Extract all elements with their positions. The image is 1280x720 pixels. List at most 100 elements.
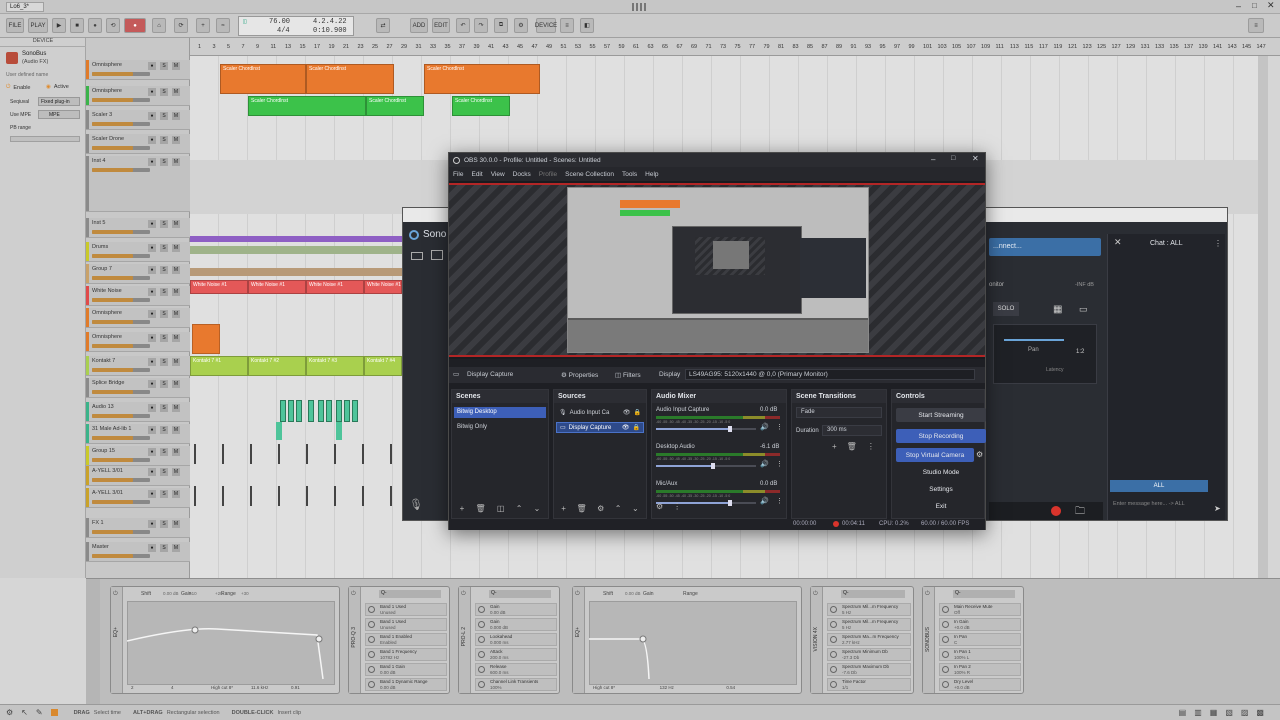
audio-hit[interactable] xyxy=(194,444,196,464)
add-source-icon[interactable]: + xyxy=(561,504,566,513)
clip[interactable]: Scaler Chordlnst xyxy=(248,96,366,116)
audio-hit[interactable] xyxy=(222,486,224,506)
track-solo-button[interactable]: S xyxy=(160,544,168,552)
volume-slider-thumb[interactable] xyxy=(728,426,732,432)
metronome-button[interactable]: ⌂ xyxy=(152,18,166,33)
track-header[interactable]: Scaler 3 ● S M xyxy=(86,110,190,130)
track-volume-slider[interactable] xyxy=(92,320,150,324)
audio-hit[interactable] xyxy=(306,486,308,506)
knob-icon[interactable] xyxy=(942,651,949,658)
source-item[interactable]: ▭ Display Capture 👁 🔒 xyxy=(556,422,644,433)
panel-toggle-icons[interactable]: ▤▥▦▧▨▩ xyxy=(1179,708,1272,717)
device-search[interactable]: Q- xyxy=(841,590,905,598)
audio-hit[interactable] xyxy=(194,486,196,506)
scene-item[interactable]: Bitwig Only xyxy=(454,422,546,433)
clip[interactable]: Kontakt 7 #4 xyxy=(364,356,402,376)
audio-clip[interactable] xyxy=(336,422,342,440)
gear-icon[interactable]: ⚙ xyxy=(656,502,663,511)
audio-clip[interactable] xyxy=(336,400,342,422)
device-search[interactable]: Q- xyxy=(489,590,551,598)
maximize-icon[interactable]: □ xyxy=(951,155,955,162)
menu-item-help[interactable]: Help xyxy=(645,171,658,178)
properties-button[interactable]: ⚙ Properties xyxy=(561,371,598,379)
follow-button[interactable]: ⇄ xyxy=(376,18,390,33)
device-card[interactable]: PRO-L 2 ⏻ Gain 0.00 dB Gain 0.000 dB Loo… xyxy=(458,586,560,694)
audio-hit[interactable] xyxy=(306,444,308,464)
knob-icon[interactable] xyxy=(942,666,949,673)
enable-toggle[interactable]: ⏻ Enable xyxy=(6,84,31,91)
move-up-icon[interactable]: ⌃ xyxy=(615,504,622,513)
punch-button[interactable]: + xyxy=(196,18,210,33)
track-volume-slider[interactable] xyxy=(92,168,150,172)
track-solo-button[interactable]: S xyxy=(160,288,168,296)
knob-icon[interactable] xyxy=(478,621,485,628)
knob-icon[interactable] xyxy=(830,681,837,688)
track-mute-button[interactable]: M xyxy=(172,62,180,70)
track-volume-slider[interactable] xyxy=(92,146,150,150)
menu-item-docks[interactable]: Docks xyxy=(513,171,531,178)
track-solo-button[interactable]: S xyxy=(160,520,168,528)
transition-select[interactable]: Fade xyxy=(796,407,882,418)
track-header[interactable]: Audio 13 ● S M xyxy=(86,402,190,422)
track-mute-button[interactable]: M xyxy=(172,448,180,456)
speaker-icon[interactable]: 🔊 xyxy=(760,497,769,505)
volume-slider-thumb[interactable] xyxy=(711,463,715,469)
knob-icon[interactable] xyxy=(830,666,837,673)
add-scene-icon[interactable]: + xyxy=(460,504,465,513)
track-mute-button[interactable]: M xyxy=(172,244,180,252)
knob-icon[interactable] xyxy=(368,666,375,673)
knob-icon[interactable] xyxy=(942,606,949,613)
track-volume-slider[interactable] xyxy=(92,254,150,258)
clip[interactable]: Scaler Chordlnst xyxy=(424,64,540,94)
audio-hit[interactable] xyxy=(334,444,336,464)
track-header[interactable]: Splice Bridge ● S M xyxy=(86,378,190,398)
track-arm-button[interactable]: ● xyxy=(148,404,156,412)
track-header[interactable]: Scaler Drone ● S M xyxy=(86,134,190,154)
track-mute-button[interactable]: M xyxy=(172,158,180,166)
track-solo-button[interactable]: S xyxy=(160,380,168,388)
audio-hit[interactable] xyxy=(390,486,392,506)
track-volume-slider[interactable] xyxy=(92,98,150,102)
menu-item-file[interactable]: File xyxy=(453,171,463,178)
power-icon[interactable]: ⏻ xyxy=(113,591,118,598)
clip[interactable]: Kontakt 7 #2 xyxy=(248,356,306,376)
track-solo-button[interactable]: S xyxy=(160,426,168,434)
remove-transition-icon[interactable]: 🗑 xyxy=(847,442,857,451)
track-arm-button[interactable]: ● xyxy=(148,334,156,342)
audio-hit[interactable] xyxy=(278,486,280,506)
volume-slider[interactable] xyxy=(656,465,756,467)
folder-icon[interactable]: 🗀 xyxy=(1075,504,1085,521)
menu-item-view[interactable]: View xyxy=(491,171,505,178)
power-icon[interactable]: ⏻ xyxy=(461,591,466,598)
device-card[interactable]: PRO-Q 3 ⏻ Band 1 Used Unused Band 1 Used… xyxy=(348,586,450,694)
power-icon[interactable]: ⏻ xyxy=(813,591,818,598)
file-button[interactable]: FILE xyxy=(6,18,24,33)
track-volume-slider[interactable] xyxy=(92,368,150,372)
clip[interactable]: Kontakt 7 #1 xyxy=(190,356,248,376)
track-solo-button[interactable]: S xyxy=(160,334,168,342)
overdub-button[interactable]: ⟲ xyxy=(106,18,120,33)
device-search[interactable]: Q- xyxy=(953,590,1015,598)
track-solo-button[interactable]: S xyxy=(160,158,168,166)
eye-icon[interactable]: 👁 xyxy=(623,409,631,416)
knob-icon[interactable] xyxy=(368,636,375,643)
track-solo-button[interactable]: S xyxy=(160,62,168,70)
clip[interactable]: White Noise #1 xyxy=(306,280,364,294)
clip[interactable]: Scaler Chordlnst xyxy=(366,96,424,116)
mixer-button[interactable]: ≡ xyxy=(560,18,574,33)
track-arm-button[interactable]: ● xyxy=(148,544,156,552)
track-mute-button[interactable]: M xyxy=(172,112,180,120)
browser-button[interactable]: ◧ xyxy=(580,18,594,33)
audio-clip[interactable] xyxy=(352,400,358,422)
device-card[interactable]: EQ+ ⏻ Shift Gain Range 0.00 dB High cut 8* 132… xyxy=(572,586,802,694)
track-arm-button[interactable]: ● xyxy=(148,158,156,166)
lock-icon[interactable]: 🔒 xyxy=(633,424,640,431)
source-item[interactable]: 🎙 Audio Input Ca 👁 🔒 xyxy=(556,407,644,418)
track-solo-button[interactable]: S xyxy=(160,112,168,120)
sequence-select[interactable]: Fixed plug-in xyxy=(38,97,80,106)
close-chat-icon[interactable]: ✕ xyxy=(1114,237,1122,248)
track-header[interactable]: Omnisphere ● S M xyxy=(86,86,190,106)
mic-icon[interactable]: 🎙 xyxy=(409,498,423,511)
move-down-icon[interactable]: ⌄ xyxy=(632,504,639,513)
gear-icon[interactable]: ⚙ xyxy=(597,504,604,513)
